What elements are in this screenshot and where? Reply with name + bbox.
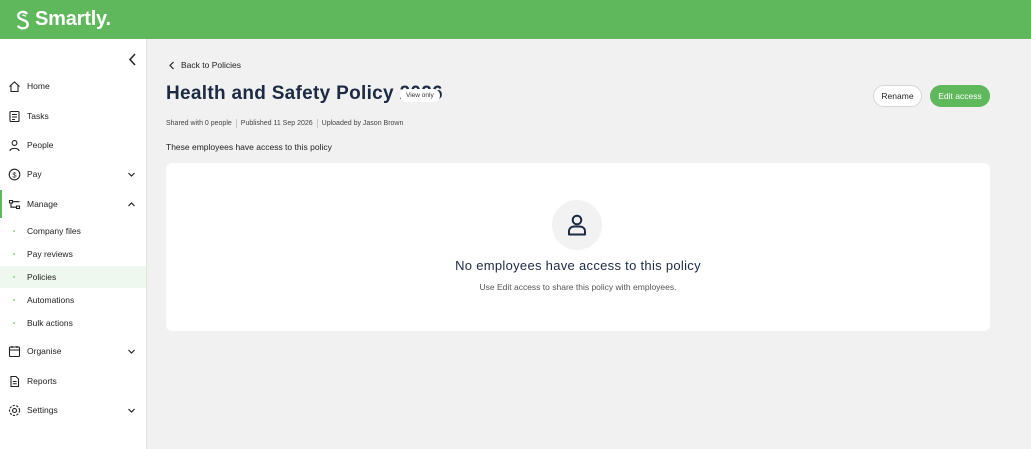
back-to-policies-link[interactable]: Back to Policies [168, 60, 241, 70]
pay-icon: $ [8, 168, 21, 181]
sidebar-item-label: Tasks [27, 111, 49, 121]
edit-access-button[interactable]: Edit access [930, 85, 990, 107]
reports-icon [8, 375, 21, 388]
sidebar-item-people[interactable]: People [0, 131, 146, 159]
sidebar-item-manage[interactable]: Manage [0, 190, 146, 218]
sidebar-subitem-label: Company files [27, 226, 81, 236]
sidebar-subitem-pay-reviews[interactable]: Pay reviews [0, 243, 146, 265]
meta-divider [235, 119, 237, 128]
bullet-dot [13, 230, 15, 232]
policy-meta: Shared with 0 people Published 11 Sep 20… [166, 119, 403, 128]
chevron-down-icon [128, 408, 135, 413]
published-text: Published 11 Sep 2026 [240, 120, 313, 127]
smartly-logo-icon [17, 10, 29, 30]
sidebar-subitem-label: Pay reviews [27, 249, 73, 259]
sidebar: Home Tasks People $ Pay Manage Company f… [0, 39, 147, 449]
sidebar-item-label: Reports [27, 376, 57, 386]
sidebar-item-settings[interactable]: Settings [0, 396, 146, 424]
settings-icon [8, 404, 21, 417]
sidebar-item-label: Manage [27, 199, 58, 209]
top-bar: Smartly. [0, 0, 1031, 39]
manage-icon [8, 198, 21, 211]
sidebar-subitem-label: Automations [27, 295, 75, 305]
organise-icon [8, 345, 21, 358]
sidebar-subitem-policies[interactable]: Policies [0, 266, 146, 288]
sidebar-item-reports[interactable]: Reports [0, 367, 146, 395]
sidebar-item-home[interactable]: Home [0, 72, 146, 100]
chevron-left-icon [128, 52, 136, 66]
sidebar-item-label: Home [27, 81, 50, 91]
chevron-down-icon [128, 349, 135, 354]
home-icon [8, 80, 21, 93]
collapse-sidebar-button[interactable] [124, 51, 140, 67]
bullet-dot [13, 276, 15, 278]
bullet-dot [13, 299, 15, 301]
sidebar-subitem-bulk-actions[interactable]: Bulk actions [0, 312, 146, 334]
bullet-dot [13, 253, 15, 255]
empty-state-icon-wrap [552, 200, 602, 250]
bullet-dot [13, 322, 15, 324]
sidebar-item-tasks[interactable]: Tasks [0, 102, 146, 130]
sidebar-subitem-company-files[interactable]: Company files [0, 220, 146, 242]
sidebar-item-organise[interactable]: Organise [0, 337, 146, 365]
sidebar-item-label: Organise [27, 346, 62, 356]
person-icon [568, 214, 586, 236]
chevron-left-icon [169, 61, 174, 69]
back-link-label: Back to Policies [181, 60, 241, 70]
main-content: Back to Policies Health and Safety Polic… [148, 39, 1031, 449]
access-section-label: These employees have access to this poli… [166, 142, 332, 152]
brand-logo[interactable]: Smartly. [15, 8, 111, 31]
empty-state-card: No employees have access to this policy … [166, 163, 990, 331]
empty-state-title: No employees have access to this policy [455, 258, 701, 273]
people-icon [8, 139, 21, 152]
sidebar-item-pay[interactable]: $ Pay [0, 160, 146, 188]
sidebar-subitem-label: Policies [27, 272, 57, 282]
shared-with-text: Shared with 0 people [166, 120, 232, 127]
uploaded-by-text: Uploaded by Jason Brown [321, 120, 404, 127]
meta-divider [316, 119, 318, 128]
rename-button[interactable]: Rename [873, 85, 922, 107]
sidebar-subitem-automations[interactable]: Automations [0, 289, 146, 311]
brand-name: Smartly. [35, 8, 111, 30]
sidebar-subitem-label: Bulk actions [27, 318, 73, 328]
sidebar-item-label: People [27, 140, 54, 150]
svg-text:$: $ [12, 170, 17, 179]
chevron-down-icon [128, 172, 135, 177]
tasks-icon [8, 110, 21, 123]
view-only-badge: View only [400, 89, 440, 102]
sidebar-item-label: Pay [27, 169, 42, 179]
chevron-up-icon [128, 201, 135, 206]
sidebar-item-label: Settings [27, 405, 58, 415]
empty-state-subtitle: Use Edit access to share this policy wit… [479, 282, 677, 292]
